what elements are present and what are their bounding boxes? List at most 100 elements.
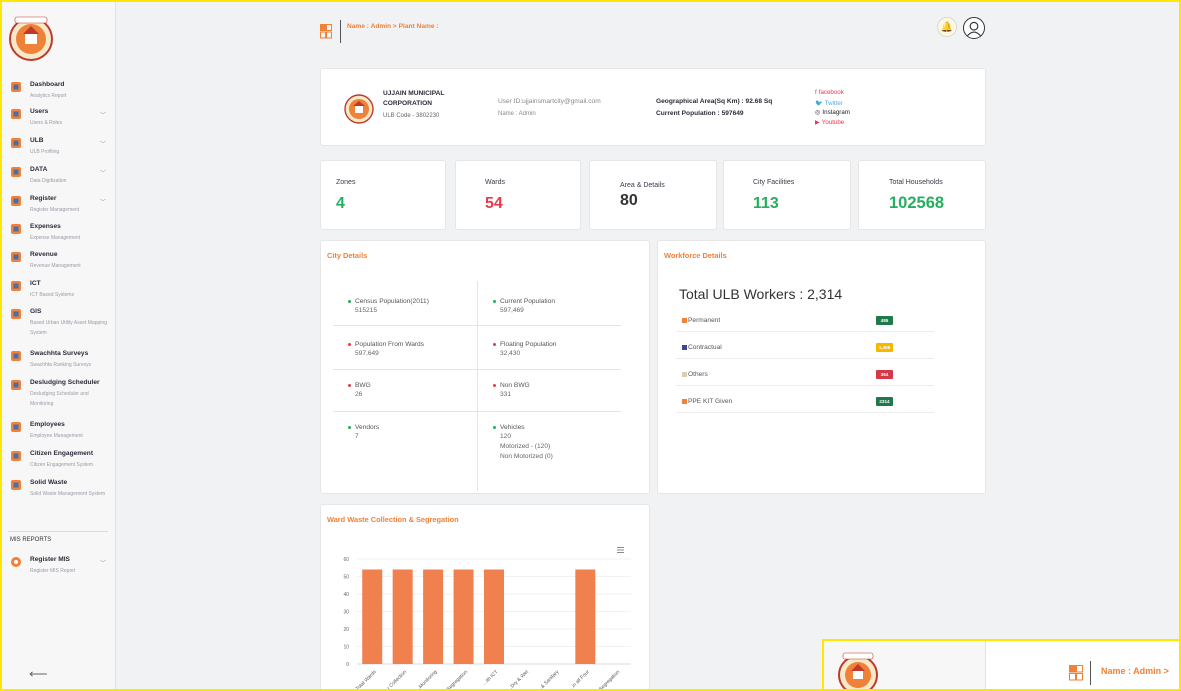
sidebar-item-label: DATA: [30, 166, 48, 173]
sidebar-item-sub: Expense Management: [30, 235, 81, 241]
sidebar-item-sub: Swachhta Ranking Surveys: [30, 362, 92, 368]
social-link-instagram[interactable]: ◎ Instagram: [815, 109, 850, 116]
ict-icon: [11, 281, 21, 291]
sidebar-item-label: Register MIS: [30, 556, 70, 563]
city-details-title: City Details: [327, 251, 368, 260]
chevron-down-icon: ﹀: [100, 171, 107, 177]
workforce-label: Others: [688, 371, 708, 378]
sidebar-item-dashboard[interactable]: Dashboard Analytics Report: [10, 81, 110, 105]
sidebar-item-ict[interactable]: ICT ICT Based Systems: [10, 280, 110, 304]
register-icon: [11, 196, 21, 206]
org-name: UJJAIN MUNICIPAL CORPORATION: [383, 90, 445, 107]
sidebar-item-sub: Data Digitization: [30, 178, 67, 184]
gis-icon: [11, 309, 21, 319]
stat-value: 54: [485, 195, 503, 212]
stat-card-zones[interactable]: Zones 4: [320, 160, 446, 230]
y-tick-label: 10: [343, 645, 349, 651]
sidebar-item-label: Register: [30, 195, 57, 202]
x-tick-label: ...ith ICT: [482, 669, 500, 687]
city-detail-label: Floating Population: [500, 341, 557, 348]
y-tick-label: 0: [346, 662, 349, 668]
bar[interactable]: [423, 569, 444, 665]
sidebar-item-sub: Desludging Scheduler and Monitoring: [30, 391, 89, 407]
sidebar-item-register[interactable]: Register Register Management ﹀: [10, 195, 110, 219]
chevron-down-icon: ﹀: [100, 113, 107, 119]
divider: [676, 412, 934, 413]
sidebar-item-data[interactable]: DATA Data Digitization ﹀: [10, 166, 110, 190]
y-tick-label: 30: [343, 610, 349, 616]
divider: [676, 385, 934, 386]
bullet-dot-icon: [493, 425, 496, 429]
stat-label: Wards: [485, 179, 505, 186]
sidebar-item-expenses[interactable]: Expenses Expense Management: [10, 223, 110, 247]
city-detail-item: Vendors 7: [348, 423, 379, 442]
overlay-window: Name : Admin >: [822, 639, 1181, 691]
x-tick-label: Total Wards: [355, 669, 378, 691]
chevron-down-icon: ﹀: [100, 142, 107, 148]
stat-card-wards[interactable]: Wards 54: [455, 160, 581, 230]
stat-card-area-details[interactable]: Area & Details 80: [589, 160, 717, 230]
divider: [477, 281, 478, 491]
social-label: Youtube: [821, 119, 845, 126]
city-detail-value: 597,469: [500, 307, 524, 314]
bar[interactable]: [484, 569, 504, 665]
sidebar-item-citizen-engagement[interactable]: Citizen Engagement Citizen Engagement Sys…: [10, 450, 110, 474]
divider: [333, 411, 621, 412]
social-link-youtube[interactable]: ▶ Youtube: [815, 119, 844, 126]
sidebar-item-swachhta-surveys[interactable]: Swachhta Surveys Swachhta Ranking Surveys: [10, 350, 110, 374]
surveys-icon: [11, 351, 21, 361]
social-link-twitter[interactable]: 🐦 Twitter: [815, 99, 843, 107]
sidebar-item-register-mis[interactable]: Register MIS Register MIS Report ﹀: [10, 556, 110, 580]
sidebar-item-gis[interactable]: GIS Based Urban Utility Asset Mapping Sys…: [10, 308, 110, 336]
user-avatar-icon[interactable]: [963, 17, 985, 39]
overlay-sidebar: [824, 641, 986, 691]
legend-square-icon: [682, 317, 687, 323]
city-detail-value: Motorized - (120): [500, 443, 551, 450]
ward-waste-chart: 0 10 20 30 40 50 60 Total Wards ...r Collection.…: [343, 547, 631, 691]
divider: [676, 331, 934, 332]
bell-icon[interactable]: 🔔: [937, 17, 957, 37]
social-label: facebook: [818, 89, 844, 96]
chevron-down-icon: ﹀: [100, 200, 107, 206]
bullet-dot-icon: [348, 342, 351, 346]
bullet-dot-icon: [348, 383, 351, 387]
bullet-dot-icon: [493, 299, 496, 303]
sidebar-item-label: Employees: [30, 421, 65, 428]
bullet-dot-icon: [493, 383, 496, 387]
grid-icon[interactable]: [320, 24, 332, 39]
sidebar-item-solid-waste[interactable]: Solid Waste Solid Waste Management System: [10, 479, 110, 503]
stat-card-total-households[interactable]: Total Households 102568: [858, 160, 986, 230]
city-detail-value: Non Motorized (0): [500, 453, 553, 460]
sidebar-item-users[interactable]: Users Users & Roles ﹀: [10, 108, 110, 132]
city-detail-label: Population From Wards: [355, 341, 425, 348]
sidebar-item-sub: Register MIS Report: [30, 568, 76, 574]
city-detail-value: 597,649: [355, 350, 379, 357]
expenses-icon: [11, 224, 21, 234]
city-detail-label: Vendors: [355, 424, 380, 431]
sidebar-item-desludging-scheduler[interactable]: Desludging Scheduler Desludging Scheduler…: [10, 379, 110, 407]
bar[interactable]: [575, 569, 596, 665]
bar[interactable]: [392, 569, 413, 665]
city-details-card: City Details Census Population(2011) 5152…: [320, 240, 650, 494]
ujjain-logo-icon: [9, 16, 53, 61]
city-detail-item: Current Population 597,469: [493, 297, 555, 316]
bar[interactable]: [453, 569, 474, 665]
sidebar-item-revenue[interactable]: Revenue Revenue Management: [10, 251, 110, 275]
bar[interactable]: [362, 569, 383, 665]
sidebar-item-employees[interactable]: Employees Employee Management: [10, 421, 110, 445]
chevron-down-icon: ﹀: [100, 561, 107, 567]
social-label: Instagram: [822, 109, 850, 116]
sidebar-item-label: Dashboard: [30, 81, 65, 88]
bullet-dot-icon: [493, 342, 496, 346]
social-link-facebook[interactable]: f facebook: [815, 89, 844, 96]
grid-icon[interactable]: [1069, 665, 1083, 681]
hamburger-menu-icon[interactable]: [617, 547, 624, 553]
city-detail-item: Population From Wards 597,649: [348, 340, 424, 359]
stat-card-city-facilities[interactable]: City Facilities 113: [723, 160, 851, 230]
sidebar-item-ulb[interactable]: ULB ULB Profiling ﹀: [10, 137, 110, 161]
data-icon: [11, 167, 21, 177]
dashboard-icon: [11, 82, 21, 92]
arrow-left-icon[interactable]: ⟵: [29, 666, 48, 682]
workforce-count-badge: 2314: [876, 397, 893, 406]
x-tick-label: ...r Collection: [383, 669, 408, 691]
